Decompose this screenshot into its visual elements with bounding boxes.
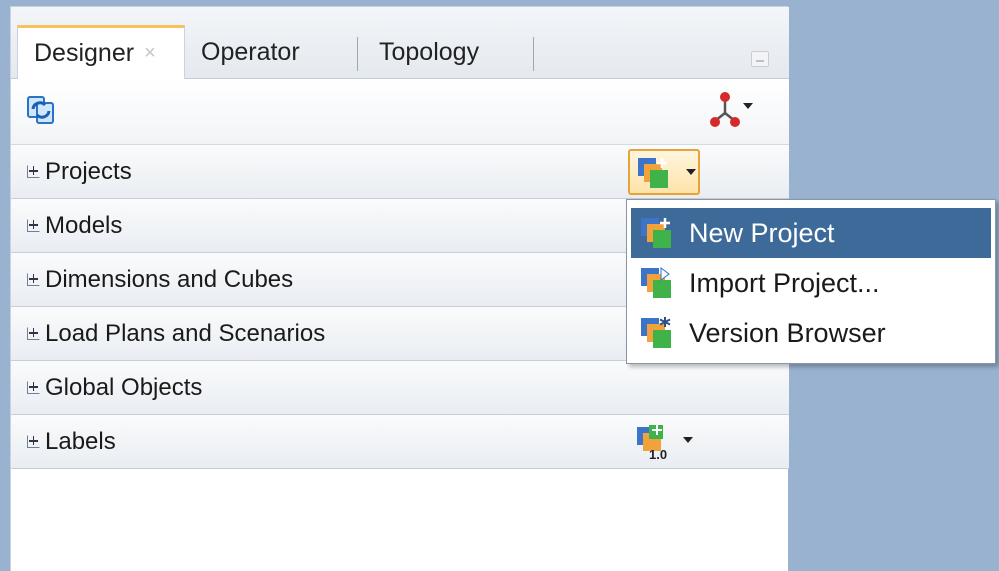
chevron-down-icon[interactable]: [686, 169, 696, 175]
chevron-down-icon[interactable]: [743, 103, 753, 109]
tab-divider: [357, 37, 358, 71]
chevron-down-icon[interactable]: [683, 437, 693, 443]
expand-plus-icon[interactable]: [27, 273, 40, 286]
import-project-icon: [641, 267, 671, 298]
accordion-global-objects[interactable]: Global Objects: [11, 361, 789, 415]
version-browser-icon: [641, 317, 671, 348]
project-action-button[interactable]: [628, 149, 700, 195]
synchronize-icon[interactable]: [25, 93, 57, 127]
project-action-icon: [638, 158, 668, 188]
expand-plus-icon[interactable]: [27, 165, 40, 178]
expand-plus-icon[interactable]: [27, 219, 40, 232]
accordion-label: Global Objects: [45, 373, 203, 401]
menu-item-import-project[interactable]: Import Project...: [631, 258, 991, 308]
navigator-toolbar: [11, 79, 789, 145]
menu-item-label: Import Project...: [689, 267, 880, 298]
tab-topology-label: Topology: [379, 37, 480, 66]
accordion-labels[interactable]: Labels 1.0: [11, 415, 789, 469]
expand-plus-icon[interactable]: [27, 381, 40, 394]
accordion-label: Load Plans and Scenarios: [45, 319, 326, 347]
tab-divider: [533, 37, 534, 71]
accordion-label: Models: [45, 211, 123, 239]
tab-designer[interactable]: Designer ×: [17, 25, 185, 79]
tab-operator-label: Operator: [201, 37, 300, 66]
tab-designer-label: Designer: [34, 39, 135, 67]
menu-item-new-project[interactable]: New Project: [631, 208, 991, 258]
new-project-icon: [641, 218, 671, 248]
tab-close-icon[interactable]: ×: [144, 42, 156, 65]
navigator-tab-bar: Designer × Operator Topology: [11, 7, 789, 79]
label-action-button[interactable]: 1.0: [631, 419, 703, 465]
minimize-icon[interactable]: [751, 51, 769, 67]
menu-item-version-browser[interactable]: Version Browser: [631, 308, 991, 358]
accordion-projects[interactable]: Projects: [11, 145, 789, 199]
tab-topology[interactable]: Topology: [379, 25, 479, 79]
label-version-icon: 1.0: [637, 425, 667, 461]
connect-navigator-icon[interactable]: [709, 89, 753, 129]
menu-item-label: New Project: [689, 217, 835, 248]
accordion-label: Dimensions and Cubes: [45, 265, 294, 293]
accordion-label: Projects: [45, 157, 132, 185]
expand-plus-icon[interactable]: [27, 435, 40, 448]
accordion-label: Labels: [45, 427, 116, 455]
project-dropdown-menu: New Project Import Project... Version Br…: [626, 199, 996, 364]
tab-operator[interactable]: Operator: [201, 25, 300, 79]
label-version-text: 1.0: [649, 447, 667, 461]
expand-plus-icon[interactable]: [27, 327, 40, 340]
menu-item-label: Version Browser: [689, 317, 886, 348]
